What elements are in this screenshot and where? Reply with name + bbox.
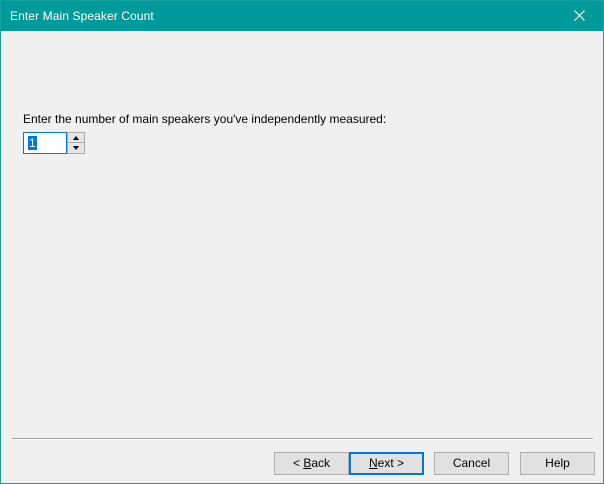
decrement-button[interactable] (68, 143, 84, 153)
title-bar[interactable]: Enter Main Speaker Count (1, 1, 603, 31)
next-mnemonic: N (368, 456, 378, 470)
increment-button[interactable] (68, 133, 84, 143)
close-button[interactable] (557, 1, 603, 31)
speaker-count-input[interactable]: 1 (23, 132, 67, 154)
next-button[interactable]: Next > (349, 452, 424, 475)
help-button[interactable]: Help (520, 452, 595, 475)
triangle-up-icon (73, 136, 79, 140)
triangle-down-icon (73, 146, 79, 150)
dialog-window: Enter Main Speaker Count Enter the numbe… (0, 0, 604, 484)
footer-divider (12, 438, 593, 440)
close-icon (574, 10, 585, 21)
next-label-rest: ext > (377, 456, 405, 470)
back-button[interactable]: < Back (274, 452, 349, 475)
back-prefix: < (292, 456, 304, 470)
spin-buttons (67, 132, 85, 154)
speaker-count-value: 1 (28, 136, 37, 150)
speaker-count-prompt: Enter the number of main speakers you've… (23, 112, 387, 126)
cancel-button[interactable]: Cancel (434, 452, 509, 475)
speaker-count-stepper[interactable]: 1 (23, 132, 85, 154)
window-title: Enter Main Speaker Count (10, 9, 154, 23)
back-label-rest: ack (311, 456, 331, 470)
